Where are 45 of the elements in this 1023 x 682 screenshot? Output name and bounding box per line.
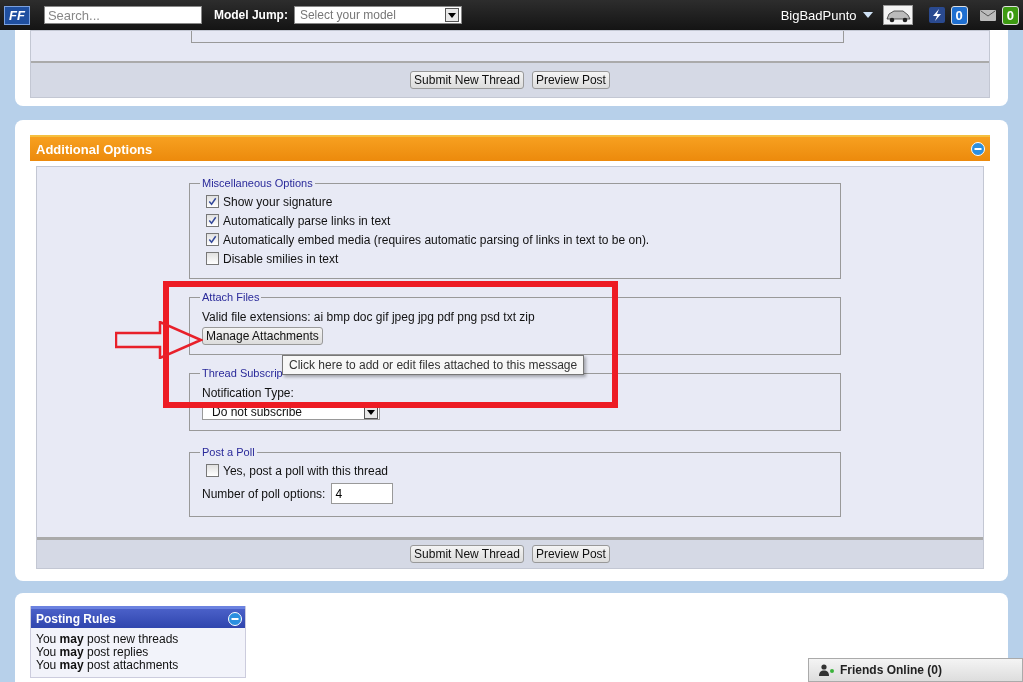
car-icon[interactable] — [882, 5, 913, 25]
caret-icon[interactable] — [862, 12, 873, 18]
collapse-icon[interactable] — [228, 611, 242, 626]
friends-online-bar[interactable]: Friends Online (0) — [808, 658, 1023, 682]
section-title: Additional Options — [36, 141, 153, 157]
checkbox[interactable] — [206, 464, 219, 477]
poll-options-field[interactable]: 4 — [331, 483, 394, 504]
checkbox[interactable] — [206, 252, 219, 265]
checkbox-label: Automatically parse links in text — [223, 213, 391, 228]
checkbox-label: Yes, post a poll with this thread — [223, 463, 388, 478]
checkbox[interactable] — [206, 195, 219, 208]
extensions-text: Valid file extensions: ai bmp doc gif jpeg jpg pdf png psd txt zip — [202, 310, 536, 324]
group-legend: Attach Files — [200, 291, 262, 303]
manage-attachments-button[interactable]: Manage Attachments — [202, 327, 323, 345]
group-legend: Miscellaneous Options — [200, 177, 315, 189]
form-button[interactable]: Submit New Thread — [410, 71, 524, 89]
collapse-icon[interactable] — [971, 142, 985, 156]
group-legend: Thread Subscrip — [200, 367, 285, 379]
rule-text: You may post attachments — [36, 659, 180, 672]
form-button[interactable]: Preview Post — [531, 71, 610, 89]
notification-type-label: Notification Type: — [202, 386, 295, 400]
group-legend: Post a Poll — [200, 446, 257, 458]
username-link[interactable]: BigBadPunto — [780, 7, 857, 23]
checkbox[interactable] — [206, 233, 219, 246]
tooltip: Click here to add or edit files attached to this message — [282, 355, 585, 375]
posting-rules-title: Posting Rules — [36, 611, 116, 626]
search-field[interactable]: Search... — [43, 6, 202, 24]
rule-text: You may post new threads — [36, 633, 180, 646]
checkbox-label: Show your signature — [223, 194, 333, 209]
count-badge[interactable]: 0 — [950, 5, 968, 25]
envelope-icon[interactable] — [979, 7, 996, 23]
checkbox-label: Automatically embed media (requires automatic parsing of links in text to be on). — [223, 232, 650, 247]
form-button[interactable]: Submit New Thread — [410, 545, 524, 563]
count-badge[interactable]: 0 — [1001, 5, 1019, 25]
checkbox-label: Disable smilies in text — [223, 251, 339, 266]
arrow-icon — [115, 321, 203, 359]
poll-options-label: Number of poll options: — [202, 486, 326, 501]
form-button[interactable]: Preview Post — [531, 545, 610, 563]
lightning-icon[interactable] — [928, 7, 945, 23]
site-logo[interactable]: FF — [4, 5, 30, 25]
rule-text: You may post replies — [36, 646, 150, 659]
checkbox[interactable] — [206, 214, 219, 227]
person-icon — [819, 664, 835, 676]
model-jump-label: Model Jump: — [213, 8, 288, 22]
model-select[interactable]: Select your model — [293, 6, 462, 24]
